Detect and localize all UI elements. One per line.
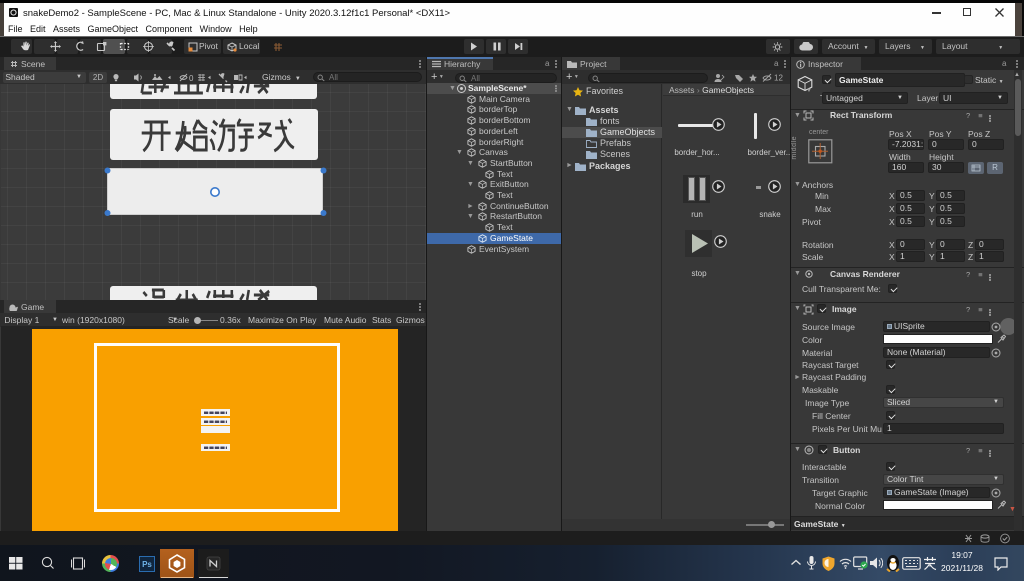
svg-text:0: 0 — [189, 74, 194, 83]
svg-text:12: 12 — [774, 74, 783, 83]
